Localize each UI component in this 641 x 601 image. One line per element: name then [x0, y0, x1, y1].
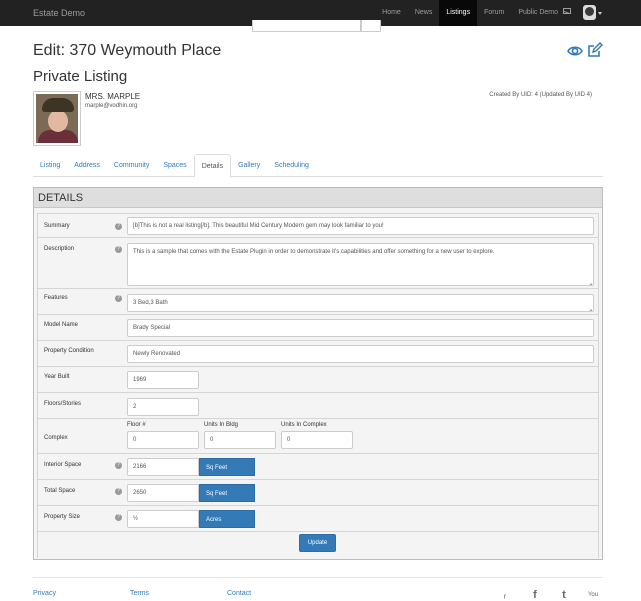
help-icon[interactable]: ?	[115, 462, 122, 469]
rss-icon[interactable]: ᵣ	[498, 590, 512, 601]
created-by-info: Created By UID: 4 (Updated By UID 4)	[489, 92, 592, 98]
tab-community[interactable]: Community	[107, 154, 156, 177]
tab-details[interactable]: Details	[193, 154, 232, 178]
interior-space-row: Interior Space ? 2166 Sq Feet	[38, 454, 598, 480]
listing-visibility-title: Private Listing	[33, 68, 128, 85]
description-field[interactable]: This is a sample that comes with the Est…	[127, 243, 594, 286]
twitter-icon[interactable]: t	[557, 590, 571, 601]
youtube-icon[interactable]: You	[586, 590, 600, 601]
tab-spaces[interactable]: Spaces	[156, 154, 193, 177]
page-title: Edit: 370 Weymouth Place	[33, 42, 222, 59]
nav-item-listings[interactable]: Listings	[439, 0, 478, 26]
property-size-field[interactable]: ½	[127, 510, 199, 528]
property-condition-label: Property Condition	[44, 348, 94, 354]
footer-link-terms[interactable]: Terms	[130, 590, 149, 597]
complex-row: Complex Floor # Units In Bldg Units In C…	[38, 419, 598, 454]
nav-item-news[interactable]: News	[408, 0, 440, 26]
tab-address[interactable]: Address	[67, 154, 107, 177]
features-label: Features	[44, 295, 68, 301]
total-space-field[interactable]: 2650	[127, 484, 199, 502]
floors-stories-row: Floors/Stories 2	[38, 393, 598, 419]
search-input[interactable]	[252, 20, 361, 32]
owner-name: MRS. MARPLE	[85, 92, 141, 101]
tab-gallery[interactable]: Gallery	[231, 154, 267, 177]
features-text: 3 Bed,3 Bath	[133, 300, 168, 306]
interior-space-label: Interior Space	[44, 462, 82, 468]
listing-tabs: Listing Address Community Spaces Details…	[33, 154, 603, 178]
summary-field[interactable]: [b]This is not a real listing[/b]. This …	[127, 217, 594, 235]
summary-label: Summary	[44, 223, 70, 229]
tab-listing[interactable]: Listing	[33, 154, 67, 177]
units-in-bldg-label: Units In Bldg	[204, 422, 239, 428]
footer-link-contact[interactable]: Contact	[227, 590, 251, 597]
help-icon[interactable]: ?	[115, 223, 122, 230]
nav-menu: Home News Listings Forum Public Demo	[375, 0, 565, 26]
floors-stories-field[interactable]: 2	[127, 398, 199, 416]
brand-link[interactable]: Estate Demo	[33, 8, 85, 18]
complex-label: Complex	[44, 435, 68, 441]
chevron-down-icon[interactable]	[598, 12, 602, 15]
help-icon[interactable]: ?	[115, 246, 122, 253]
interior-space-unit-dropdown[interactable]: Sq Feet	[199, 458, 255, 476]
search-button[interactable]	[361, 20, 381, 32]
year-built-row: Year Built 1969	[38, 367, 598, 393]
interior-space-field[interactable]: 2166	[127, 458, 199, 476]
units-in-complex-field[interactable]: 0	[281, 431, 353, 449]
property-size-unit-dropdown[interactable]: Acres	[199, 510, 255, 528]
description-label: Description	[44, 246, 75, 252]
total-space-label: Total Space	[44, 488, 76, 494]
summary-row: Summary ? [b]This is not a real listing[…	[38, 214, 598, 238]
eye-icon[interactable]	[567, 43, 583, 59]
total-space-unit-dropdown[interactable]: Sq Feet	[199, 484, 255, 502]
year-built-field[interactable]: 1969	[127, 371, 199, 389]
floors-stories-label: Floors/Stories	[44, 401, 82, 407]
tab-scheduling[interactable]: Scheduling	[267, 154, 316, 177]
nav-item-forum[interactable]: Forum	[477, 0, 511, 26]
help-icon[interactable]: ?	[115, 514, 122, 521]
help-icon[interactable]: ?	[115, 295, 122, 302]
update-button[interactable]: Update	[299, 534, 336, 552]
property-condition-field[interactable]: Newly Renovated	[127, 345, 594, 363]
panel-heading: DETAILS	[34, 188, 602, 208]
floor-number-field[interactable]: 0	[127, 431, 199, 449]
user-avatar[interactable]	[583, 5, 596, 20]
units-in-complex-label: Units In Complex	[281, 422, 327, 428]
features-row: Features ? 3 Bed,3 Bath	[38, 289, 598, 315]
nav-item-public-demo[interactable]: Public Demo	[511, 0, 565, 26]
details-form: Summary ? [b]This is not a real listing[…	[37, 213, 599, 558]
property-size-label: Property Size	[44, 514, 81, 520]
property-size-row: Property Size ? ½ Acres	[38, 506, 598, 532]
footer-divider	[33, 577, 603, 578]
total-space-row: Total Space ? 2650 Sq Feet	[38, 480, 598, 506]
resize-handle-icon[interactable]	[586, 304, 592, 310]
model-name-field[interactable]: Brady Special	[127, 319, 594, 337]
description-text: This is a sample that comes with the Est…	[133, 249, 495, 255]
resize-handle-icon[interactable]	[586, 278, 592, 284]
owner-avatar	[33, 91, 81, 146]
model-name-label: Model Name	[44, 322, 79, 328]
footer-link-privacy[interactable]: Privacy	[33, 590, 56, 597]
units-in-bldg-field[interactable]: 0	[204, 431, 276, 449]
floor-number-label: Floor #	[127, 422, 146, 428]
features-field[interactable]: 3 Bed,3 Bath	[127, 294, 594, 312]
description-row: Description ? This is a sample that come…	[38, 238, 598, 289]
mail-icon[interactable]	[563, 8, 571, 14]
help-icon[interactable]: ?	[115, 488, 122, 495]
year-built-label: Year Built	[44, 374, 70, 380]
edit-icon[interactable]	[587, 42, 603, 58]
model-name-row: Model Name Brady Special	[38, 315, 598, 341]
owner-email: marple@vodhin.org	[85, 103, 138, 109]
details-panel: DETAILS Summary ? [b]This is not a real …	[33, 187, 603, 560]
property-condition-row: Property Condition Newly Renovated	[38, 341, 598, 367]
facebook-icon[interactable]: f	[528, 590, 542, 601]
